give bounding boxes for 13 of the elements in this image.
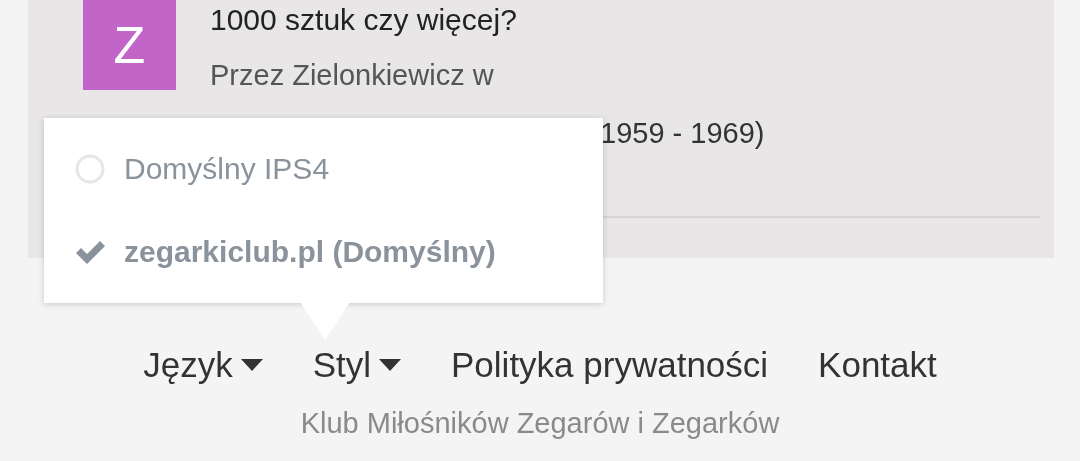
check-icon [74,238,106,265]
caret-icon [379,359,401,371]
radio-icon [74,153,106,186]
footer-tagline: Klub Miłośników Zegarów i Zegarków [300,406,780,441]
avatar: Z [83,0,176,90]
footer-link[interactable]: Język [143,343,263,387]
topic-title[interactable]: 1000 sztuk czy więcej? [210,0,1040,40]
footer-link[interactable]: Styl [312,343,401,387]
topic-meta: 1959 - 1969) [600,116,765,151]
topic-byline: Przez Zielonkiewicz w [210,58,495,93]
caret-icon [240,359,263,371]
footer-link[interactable]: Kontakt [818,343,937,387]
footer-link[interactable]: Polityka prywatności [451,343,769,387]
